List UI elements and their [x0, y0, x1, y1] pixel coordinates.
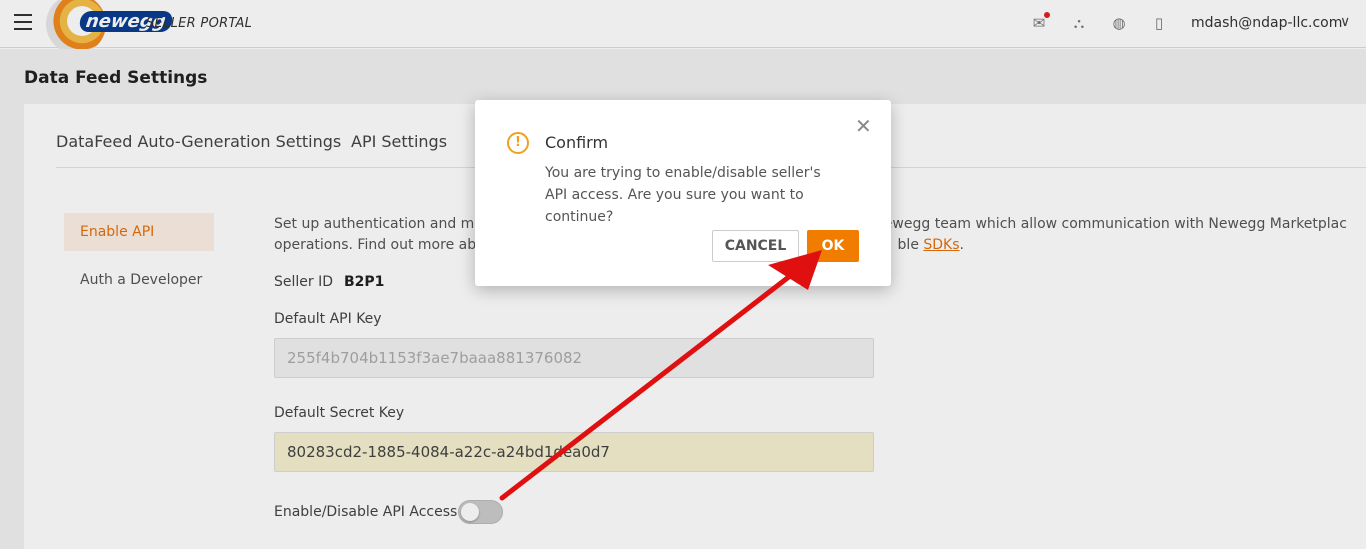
confirm-dialog: ! Confirm You are trying to enable/disab…: [475, 100, 891, 286]
warning-icon: !: [507, 132, 529, 154]
dialog-message: You are trying to enable/disable seller'…: [545, 165, 821, 225]
ok-button[interactable]: OK: [807, 230, 859, 262]
cancel-button[interactable]: CANCEL: [712, 230, 799, 262]
dialog-title: Confirm: [545, 133, 609, 152]
close-icon[interactable]: ✕: [855, 116, 872, 136]
